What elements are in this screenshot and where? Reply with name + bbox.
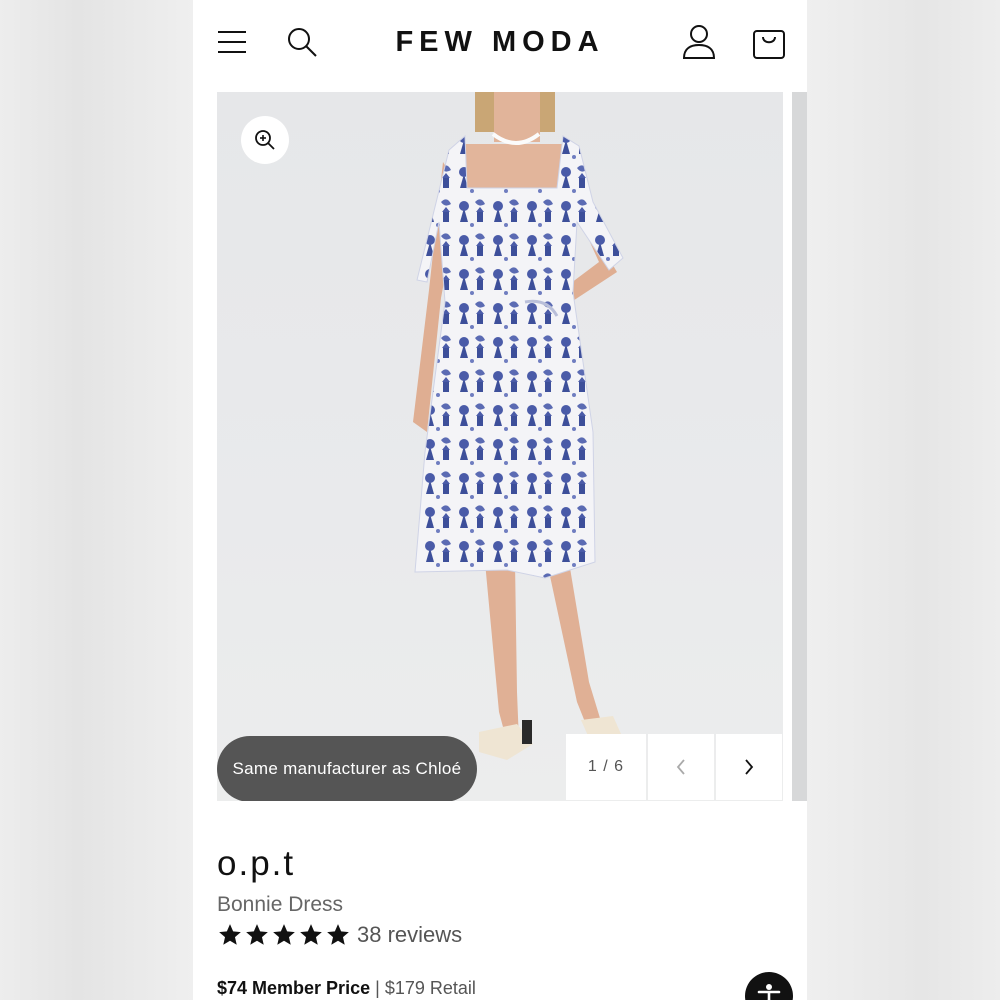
star-icon — [219, 924, 241, 945]
product-image-gallery[interactable]: Same manufacturer as Chloé 1 / 6 — [217, 92, 783, 801]
product-photo — [217, 92, 783, 801]
background-blur-right — [807, 0, 1000, 1000]
menu-button[interactable] — [211, 22, 253, 62]
rating-row: 38 reviews — [217, 920, 462, 950]
account-icon — [682, 25, 716, 59]
retail-price: $179 Retail — [384, 978, 476, 998]
search-button[interactable] — [281, 22, 323, 62]
slide-counter: 1 / 6 — [566, 734, 646, 800]
mobile-page: FEW MODA Same manufacturer as Chloé 1 / … — [193, 0, 807, 1000]
background-blur-left — [0, 0, 193, 1000]
member-price: $74 Member Price — [217, 978, 371, 998]
star-icon — [327, 924, 349, 945]
accessibility-button[interactable] — [745, 972, 793, 1000]
product-name: Bonnie Dress — [217, 893, 344, 916]
site-header: FEW MODA — [193, 0, 807, 84]
price-separator: | — [375, 978, 380, 998]
price-row: $74 Member Price | $179 Retail — [217, 976, 476, 1000]
star-icon — [273, 924, 295, 945]
cart-button[interactable] — [747, 20, 791, 64]
search-icon — [288, 28, 317, 57]
account-button[interactable] — [677, 20, 721, 64]
chevron-right-icon — [745, 759, 754, 775]
model-illustration — [413, 92, 624, 760]
previous-slide-button[interactable] — [648, 734, 714, 800]
reviews-link[interactable]: 38 reviews — [357, 922, 462, 948]
zoom-in-icon — [255, 130, 275, 150]
accessibility-icon — [757, 984, 781, 1000]
slider-controls: 1 / 6 — [566, 734, 783, 800]
hamburger-menu-icon — [218, 31, 246, 53]
product-brand[interactable]: o.p.t — [217, 843, 295, 885]
chevron-left-icon — [676, 759, 685, 775]
zoom-button[interactable] — [241, 116, 289, 164]
shopping-bag-icon — [753, 30, 785, 59]
brand-logo[interactable]: FEW MODA — [373, 24, 627, 60]
next-slide-preview[interactable] — [792, 92, 807, 801]
manufacturer-badge: Same manufacturer as Chloé — [217, 736, 477, 801]
next-slide-button[interactable] — [716, 734, 782, 800]
star-icon — [246, 924, 268, 945]
star-rating — [217, 922, 351, 948]
star-icon — [300, 924, 322, 945]
